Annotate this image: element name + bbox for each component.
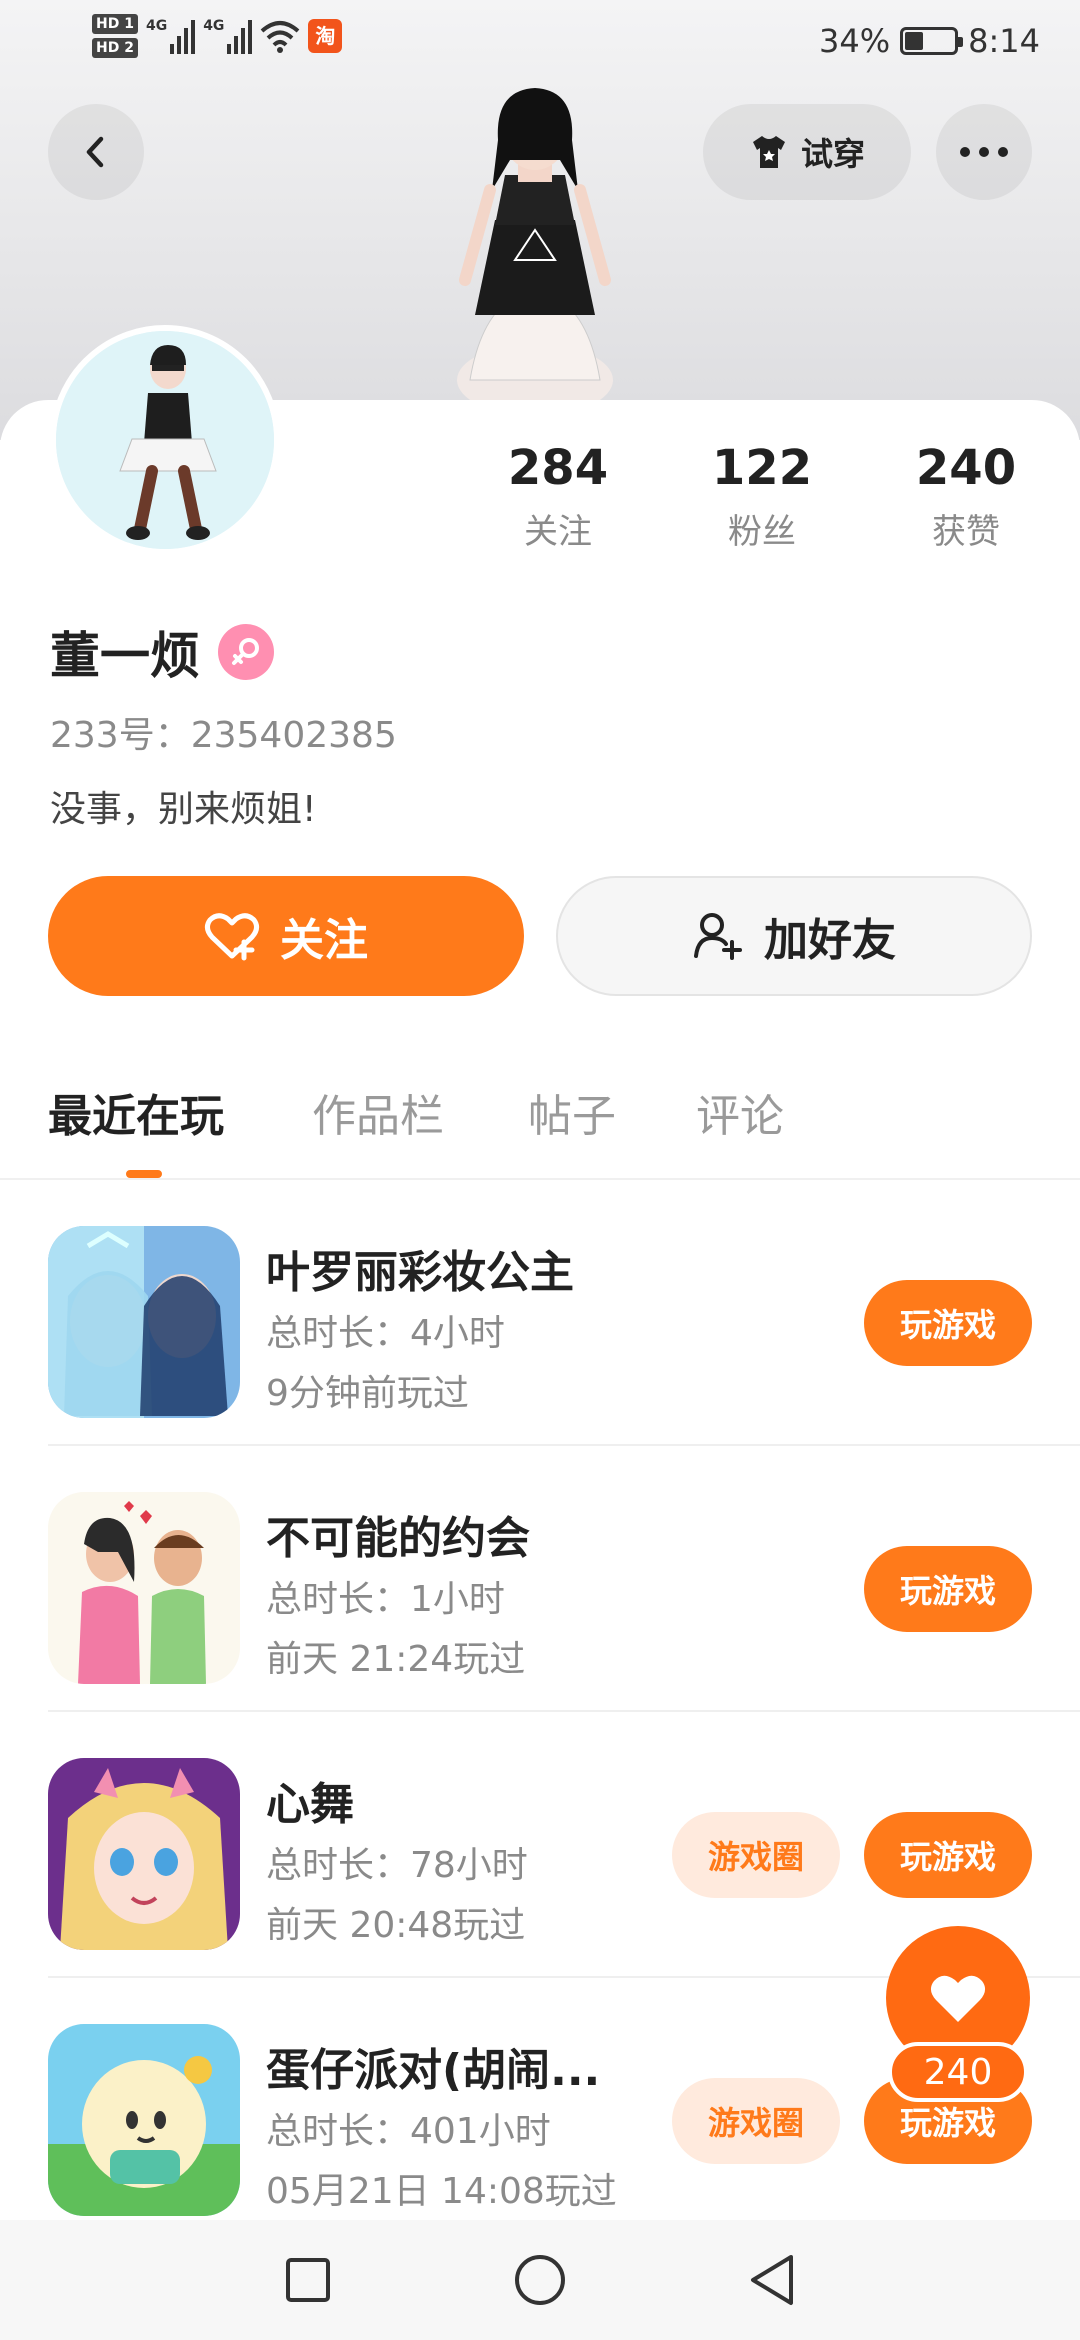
heart-icon — [930, 1975, 986, 2022]
avatar-3d-figure — [457, 88, 613, 410]
more-options-button[interactable] — [936, 104, 1032, 200]
try-on-label: 试穿 — [800, 135, 865, 173]
game-last-played: 前天 20:48玩过 — [266, 1905, 526, 1946]
play-game-button[interactable]: 玩游戏 — [864, 1812, 1032, 1898]
add-friend-button[interactable]: 加好友 — [556, 876, 1032, 996]
wifi-icon — [261, 21, 300, 53]
game-duration: 总时长：401小时 — [266, 2111, 551, 2152]
game-title: 不可能的约会 — [266, 1513, 530, 1564]
more-dots-icon — [960, 147, 1008, 157]
home-button[interactable] — [508, 2248, 572, 2312]
add-person-icon — [694, 913, 742, 960]
game-title: 叶罗丽彩妆公主 — [266, 1247, 574, 1298]
play-game-button[interactable]: 玩游戏 — [864, 1280, 1032, 1366]
hd2-label: HD 2 — [92, 38, 138, 58]
profile-name: 董一烦 — [50, 627, 200, 685]
game-duration: 总时长：78小时 — [266, 1845, 528, 1886]
profile-stats: 284 关注 122 粉丝 240 获赞 — [0, 440, 1080, 560]
stat-followers-label: 粉丝 — [728, 512, 796, 552]
stat-following[interactable]: 284 关注 — [468, 440, 648, 553]
square-icon — [286, 2258, 330, 2302]
system-navigation-bar — [0, 2220, 1080, 2340]
status-right: 34% 8:14 — [819, 22, 1040, 60]
game-last-played: 05月21日 14:08玩过 — [266, 2171, 617, 2212]
play-game-button[interactable]: 玩游戏 — [864, 1546, 1032, 1632]
follow-label: 关注 — [280, 915, 368, 966]
game-title: 蛋仔派对(胡闹... — [266, 2045, 601, 2096]
profile-tabs: 最近在玩 作品栏 帖子 评论 — [0, 1080, 1080, 1180]
signal2-label: 4G — [203, 18, 225, 34]
signal-icon-1: 4G — [145, 18, 196, 54]
circle-icon — [515, 2255, 565, 2305]
stat-following-label: 关注 — [524, 512, 592, 552]
battery-icon — [900, 27, 964, 55]
profile-name-row: 董一烦 — [50, 616, 274, 688]
back-button[interactable] — [48, 104, 144, 200]
game-icon-1 — [48, 1226, 240, 1418]
game-last-played: 前天 21:24玩过 — [266, 1639, 526, 1680]
status-left: HD 1 HD 2 4G 4G 淘 — [92, 14, 343, 58]
game-icon-3 — [48, 1758, 240, 1950]
like-count-badge: 240 — [888, 2042, 1028, 2102]
taobao-notification-icon: 淘 — [308, 19, 343, 53]
game-duration: 总时长：1小时 — [266, 1579, 505, 1620]
game-circle-button[interactable]: 游戏圈 — [672, 2078, 840, 2164]
stat-likes-value: 240 — [915, 440, 1017, 496]
system-back-button[interactable] — [740, 2248, 804, 2312]
stat-likes[interactable]: 240 获赞 — [876, 440, 1056, 553]
female-gender-icon — [218, 624, 274, 680]
add-friend-label: 加好友 — [764, 915, 896, 966]
list-item-game-1[interactable]: 叶罗丽彩妆公主 总时长：4小时 9分钟前玩过 玩游戏 — [0, 1180, 1080, 1446]
game-duration: 总时长：4小时 — [266, 1313, 505, 1354]
clock-time: 8:14 — [968, 22, 1040, 60]
tab-posts[interactable]: 帖子 — [528, 1080, 616, 1144]
user-id: 233号：235402385 — [50, 715, 397, 756]
tshirt-icon — [752, 136, 785, 168]
battery-percent: 34% — [819, 22, 891, 60]
active-tab-indicator — [126, 1170, 162, 1178]
game-circle-button[interactable]: 游戏圈 — [672, 1812, 840, 1898]
stat-following-value: 284 — [507, 440, 609, 496]
game-icon-2 — [48, 1492, 240, 1684]
tab-comments[interactable]: 评论 — [696, 1080, 784, 1144]
hd-indicators: HD 1 HD 2 — [92, 14, 138, 58]
game-icon-4 — [48, 2024, 240, 2216]
recent-apps-button[interactable] — [276, 2248, 340, 2312]
status-bar: HD 1 HD 2 4G 4G 淘 34% 8:14 — [0, 0, 1080, 86]
stat-followers[interactable]: 122 粉丝 — [672, 440, 852, 553]
follow-button[interactable]: 关注 — [48, 876, 524, 996]
triangle-back-icon — [751, 2255, 793, 2305]
stat-followers-value: 122 — [711, 440, 813, 496]
game-title: 心舞 — [266, 1779, 354, 1830]
tab-recently-played[interactable]: 最近在玩 — [48, 1080, 224, 1144]
tab-works[interactable]: 作品栏 — [312, 1080, 444, 1144]
back-arrow-icon — [86, 136, 104, 168]
heart-plus-icon — [204, 913, 260, 961]
signal-icon-2: 4G — [203, 18, 253, 54]
signal1-label: 4G — [145, 18, 168, 34]
try-on-button[interactable]: 试穿 — [703, 104, 911, 200]
stat-likes-label: 获赞 — [932, 512, 1000, 552]
hd1-label: HD 1 — [92, 14, 138, 34]
list-item-game-2[interactable]: 不可能的约会 总时长：1小时 前天 21:24玩过 玩游戏 — [0, 1446, 1080, 1712]
user-bio: 没事，别来烦姐! — [50, 789, 317, 830]
game-last-played: 9分钟前玩过 — [266, 1373, 469, 1414]
